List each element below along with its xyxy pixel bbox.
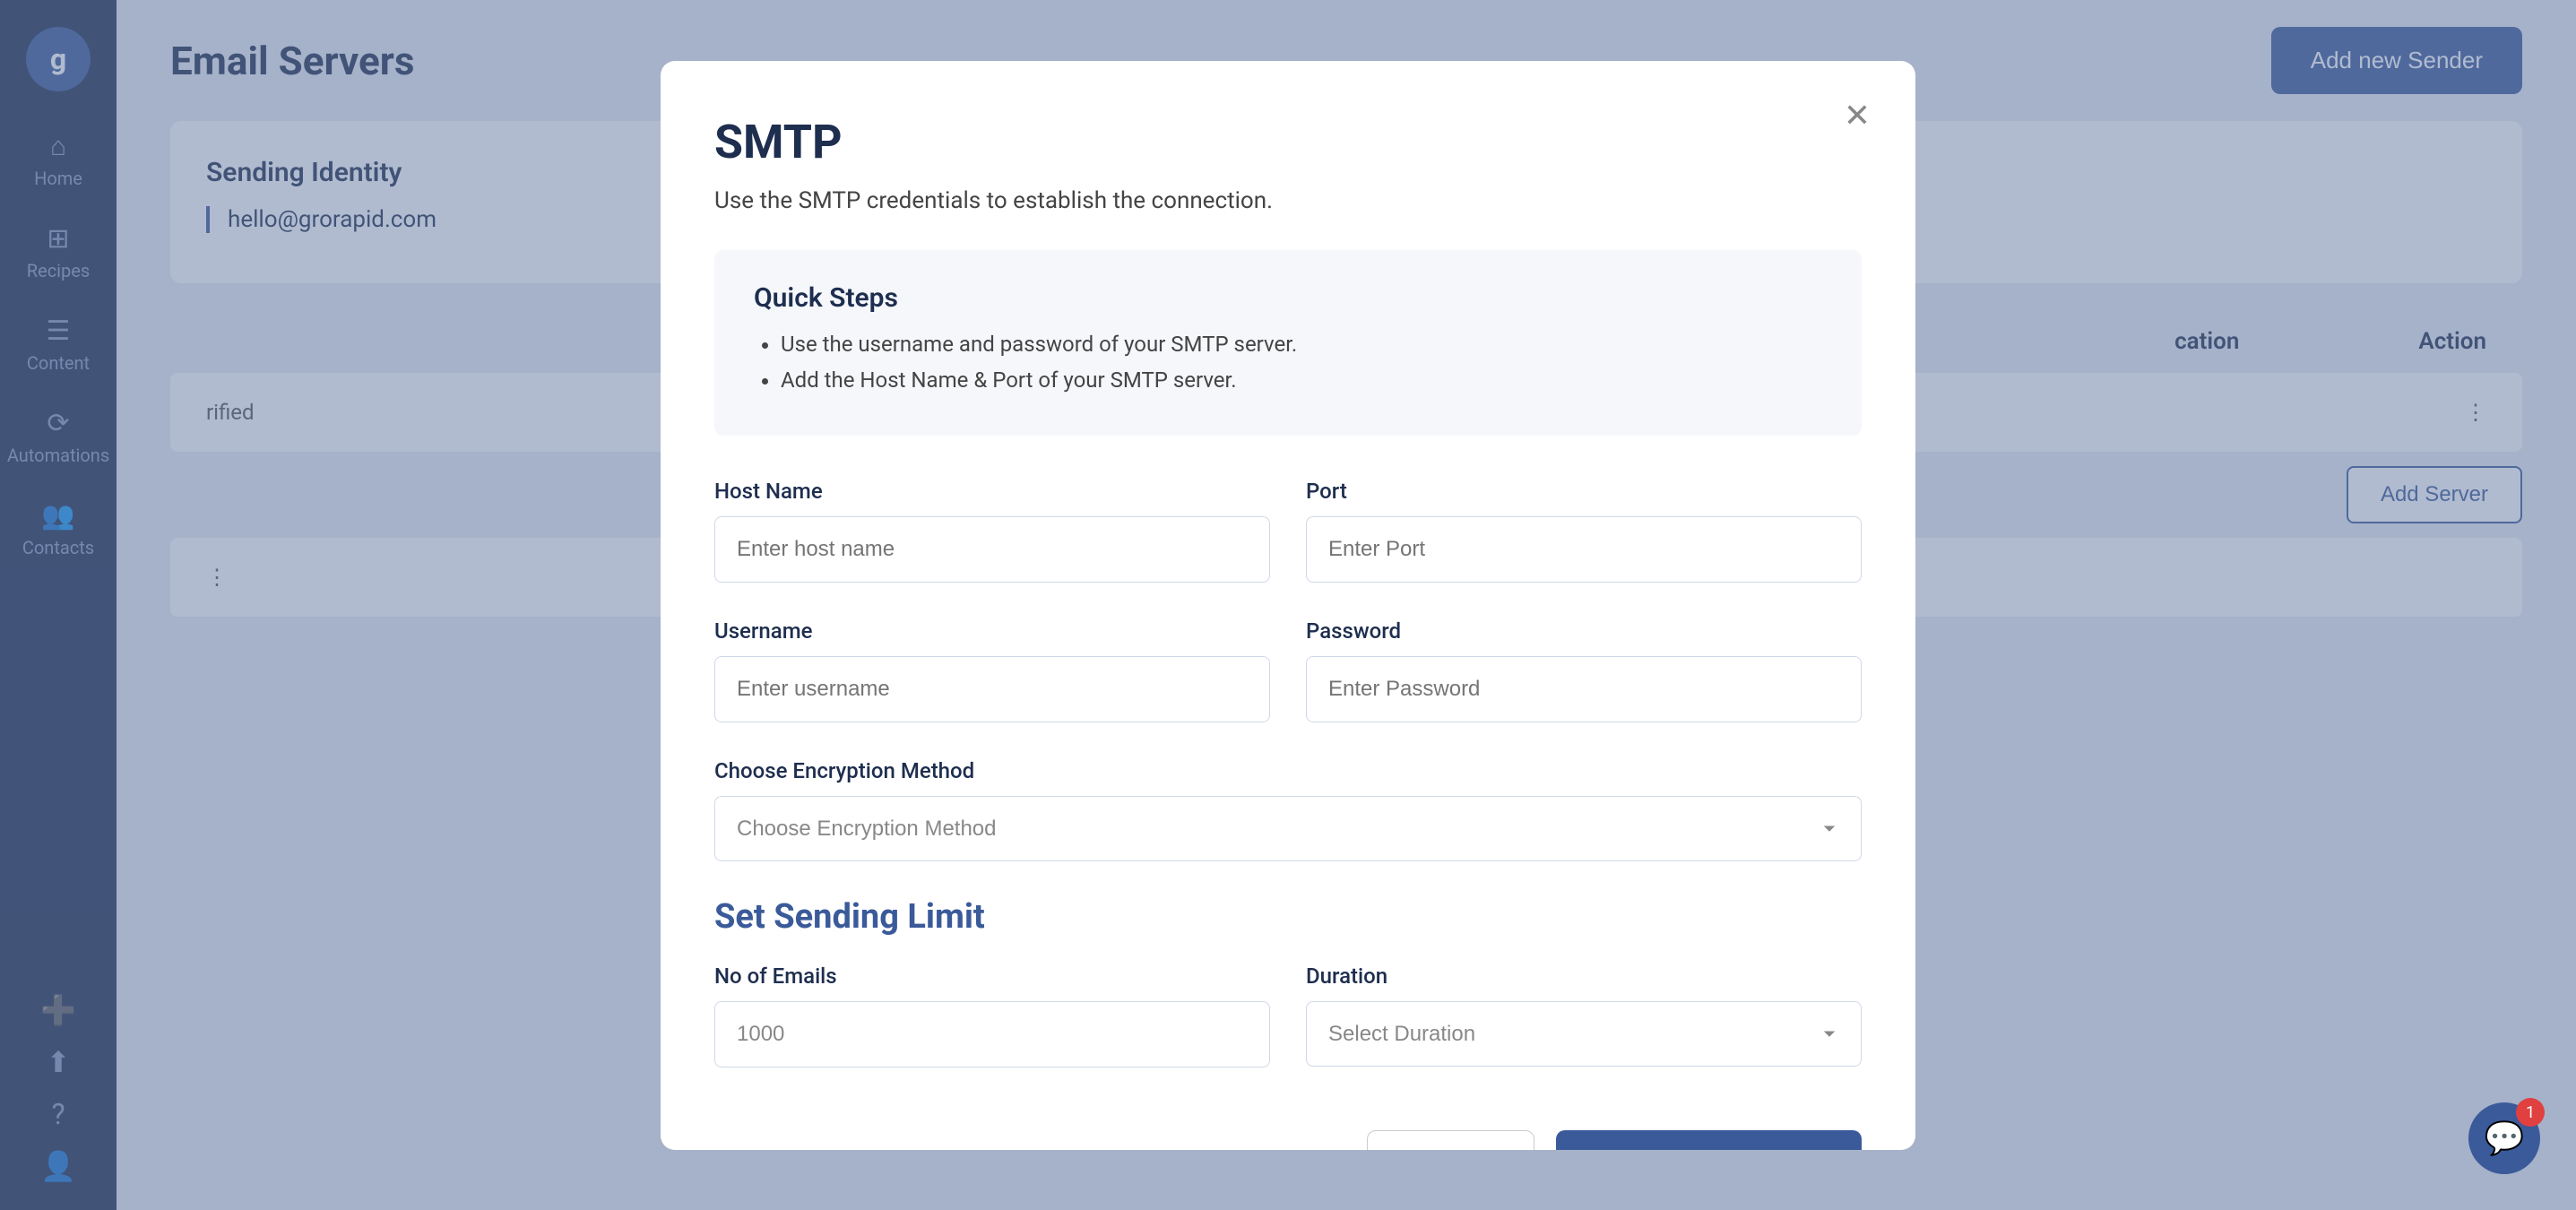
modal-title: SMTP xyxy=(714,115,1862,169)
chat-badge: 1 xyxy=(2516,1098,2545,1127)
host-name-input[interactable] xyxy=(714,516,1270,583)
host-name-group: Host Name xyxy=(714,479,1270,583)
sending-limit-row: No of Emails Duration Select Duration Pe… xyxy=(714,964,1862,1067)
set-sending-limit-heading: Set Sending Limit xyxy=(714,897,1862,937)
cancel-button[interactable]: Cancel xyxy=(1367,1130,1534,1150)
encryption-label: Choose Encryption Method xyxy=(714,758,1862,783)
password-group: Password xyxy=(1306,618,1862,722)
username-password-row: Username Password xyxy=(714,618,1862,722)
duration-group: Duration Select Duration Per Hour Per Da… xyxy=(1306,964,1862,1067)
modal-footer: Not sure what to do? Check our help cent… xyxy=(714,1103,1862,1150)
close-button[interactable]: ✕ xyxy=(1844,97,1871,134)
quick-step-2: Add the Host Name & Port of your SMTP se… xyxy=(781,367,1822,393)
footer-buttons: Cancel Save and Continue xyxy=(1367,1130,1862,1150)
no-of-emails-group: No of Emails xyxy=(714,964,1270,1067)
port-input[interactable] xyxy=(1306,516,1862,583)
duration-label: Duration xyxy=(1306,964,1862,989)
password-label: Password xyxy=(1306,618,1862,644)
username-input[interactable] xyxy=(714,656,1270,722)
no-of-emails-input[interactable] xyxy=(714,1001,1270,1067)
modal-subtitle: Use the SMTP credentials to establish th… xyxy=(714,187,1862,214)
smtp-modal: ✕ SMTP Use the SMTP credentials to estab… xyxy=(661,61,1915,1150)
port-group: Port xyxy=(1306,479,1862,583)
save-continue-button[interactable]: Save and Continue xyxy=(1556,1130,1862,1150)
password-input[interactable] xyxy=(1306,656,1862,722)
encryption-select[interactable]: Choose Encryption Method SSL TLS None xyxy=(714,796,1862,861)
quick-step-1: Use the username and password of your SM… xyxy=(781,332,1822,357)
chat-bubble[interactable]: 💬 1 xyxy=(2468,1102,2540,1174)
no-of-emails-label: No of Emails xyxy=(714,964,1270,989)
quick-steps-box: Quick Steps Use the username and passwor… xyxy=(714,250,1862,436)
modal-overlay: ✕ SMTP Use the SMTP credentials to estab… xyxy=(0,0,2576,1210)
quick-steps-title: Quick Steps xyxy=(754,282,1822,314)
host-name-label: Host Name xyxy=(714,479,1270,504)
port-label: Port xyxy=(1306,479,1862,504)
host-port-row: Host Name Port xyxy=(714,479,1862,583)
username-group: Username xyxy=(714,618,1270,722)
duration-select[interactable]: Select Duration Per Hour Per Day Per Wee… xyxy=(1306,1001,1862,1067)
chat-icon: 💬 xyxy=(2485,1119,2525,1157)
encryption-group: Choose Encryption Method Choose Encrypti… xyxy=(714,758,1862,861)
username-label: Username xyxy=(714,618,1270,644)
